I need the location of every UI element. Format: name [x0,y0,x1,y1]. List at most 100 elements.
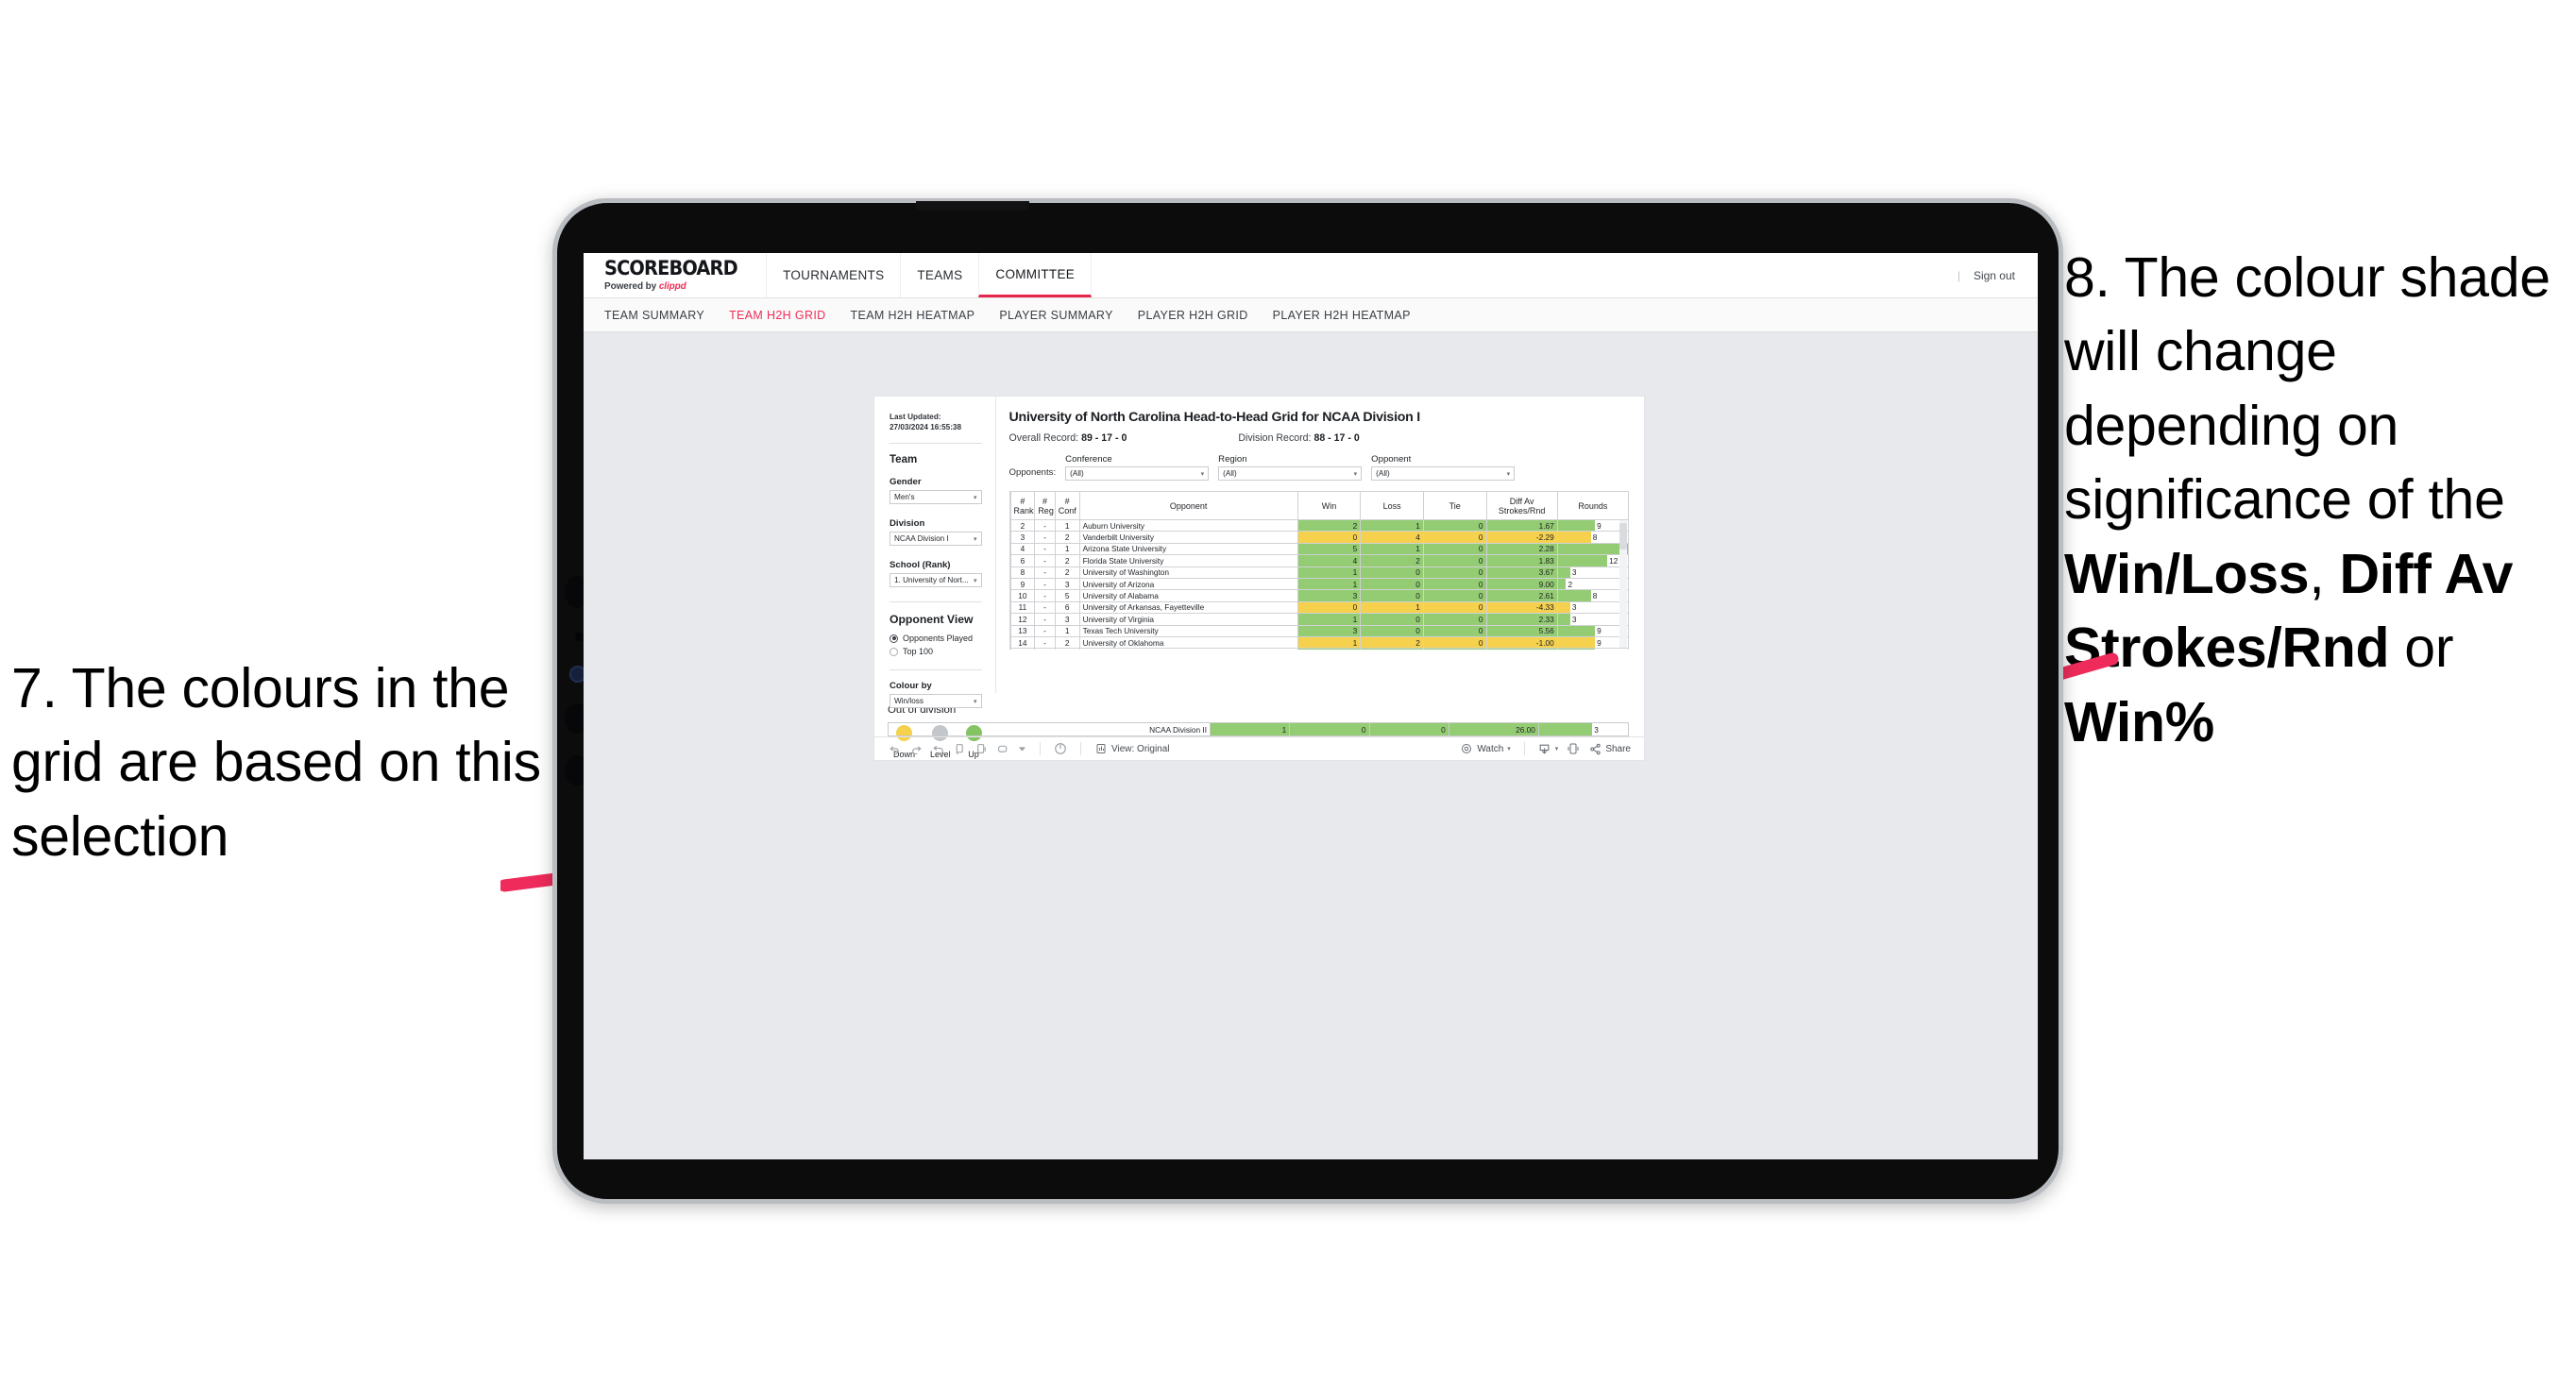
signout-divider: | [1957,268,1960,282]
radio-on-icon [890,634,898,643]
col-rank[interactable]: # Rank [1009,491,1036,520]
cell-win: 1 [1296,635,1362,650]
cell-rounds: 3 [1556,613,1630,626]
school-select[interactable]: 1. University of Nort... ▾ [890,573,982,588]
redo-icon[interactable] [909,742,923,755]
table-row[interactable]: 11-6 University of Arkansas, Fayetteville… [1009,600,1630,615]
col-conf-l1: # [1064,496,1070,506]
col-reg[interactable]: # Reg [1034,491,1056,520]
subnav-team-summary[interactable]: TEAM SUMMARY [604,309,704,322]
region-select[interactable]: (All) ▾ [1218,466,1363,481]
cell-rank: 11 [1009,600,1036,615]
subnav-team-h2h-grid[interactable]: TEAM H2H GRID [729,309,825,322]
chevron-down-icon: ▾ [974,535,977,543]
h2h-grid-scroll[interactable]: # Rank # Reg # Conf Opponent Win Loss Tie D… [1008,491,1630,650]
viz-title: University of North Carolina Head-to-Hea… [1008,410,1421,425]
cell-opponent: University of Arkansas, Fayetteville [1078,600,1298,615]
cell-diff-av-strokes: 2.28 [1485,542,1558,556]
colour-by-select[interactable]: Win/loss ▾ [890,694,982,709]
opponent-select[interactable]: (All) ▾ [1371,466,1516,481]
revert-icon[interactable] [931,742,944,755]
cell-conf: 1 [1054,542,1080,556]
cell-win: 1 [1296,566,1362,579]
cell-win: 1 [1296,577,1362,591]
radio-top-100[interactable]: Top 100 [890,647,982,656]
cell-tie: 0 [1422,577,1487,591]
cell-win: 1 [1296,613,1362,626]
signout-link[interactable]: Sign out [1974,269,2015,282]
col-loss[interactable]: Loss [1360,491,1424,520]
app-logo[interactable]: SCOREBOARD Powered by clippd [584,253,766,297]
refresh-icon[interactable] [953,742,966,755]
table-row[interactable]: 9-3 University of Arizona 1 0 0 9.00 2 [1009,577,1630,591]
table-row[interactable]: 2-1 Auburn University 2 1 0 1.67 9 [1009,518,1630,532]
share-button[interactable]: Share [1588,742,1631,755]
nav-tab-teams[interactable]: TEAMS [900,253,978,297]
chevron-down-icon: ▾ [974,577,977,584]
division-label: Division [890,518,925,530]
col-opponent[interactable]: Opponent [1078,491,1298,520]
table-row[interactable]: 15-4Georgia Institute of Technology5004.… [1009,648,1630,650]
gender-field: Gender Men's ▾ [890,477,982,505]
opponent-label: Opponent [1371,454,1412,465]
table-row[interactable]: 4-1Arizona State University5102.2817 [1009,542,1630,556]
opponent-view-heading: Opponent View [890,613,974,627]
table-row[interactable]: 10-5 University of Alabama 3 0 0 2.61 8 [1009,589,1630,602]
table-row[interactable]: NCAA Division II 1 0 0 26.00 3 [887,722,1630,737]
pan-icon[interactable] [996,742,1009,755]
subnav-player-h2h-heatmap[interactable]: PLAYER H2H HEATMAP [1273,309,1411,322]
table-row[interactable]: 8-2 University of Washington 1 0 0 3.67 3 [1009,566,1630,579]
cell-rounds: 9 [1556,635,1630,650]
radio-opponents-played[interactable]: Opponents Played [890,634,982,643]
division-select[interactable]: NCAA Division I ▾ [890,532,982,547]
table-row[interactable]: 13-1 Texas Tech University 3 0 0 5.56 9 [1009,624,1630,637]
cell-reg: - [1034,613,1056,626]
col-win[interactable]: Win [1296,491,1362,520]
grid-header: # Rank # Reg # Conf Opponent Win Loss Tie D… [1009,491,1630,520]
division-record: Division Record: 88 - 17 - 0 [1238,432,1359,444]
annotation-8: 8. The colour shade will change dependin… [2064,241,2574,759]
view-original-button[interactable]: View: Original [1094,742,1170,755]
rounds-value: 8 [1592,591,1598,601]
nav-tab-tournaments[interactable]: TOURNAMENTS [766,253,900,297]
pause-auto-update-icon[interactable] [974,742,988,755]
annotation-8-sep1: , [2309,542,2340,605]
panel-divider-1 [890,443,982,445]
cell-loss: 0 [1360,624,1424,637]
col-tie[interactable]: Tie [1422,491,1487,520]
cell-diff-av-strokes: -1.00 [1485,635,1558,650]
show-me-icon[interactable] [1054,742,1067,755]
cell-loss: 0 [1360,577,1424,591]
cell-rounds: 3 [1556,600,1630,615]
cell-rank: 4 [1009,542,1036,556]
toolbar-divider-2 [1080,742,1081,756]
cell-tie: 0 [1422,589,1487,602]
grid-header-row: # Rank # Reg # Conf Opponent Win Loss Tie D… [1009,491,1630,520]
subnav-player-h2h-grid[interactable]: PLAYER H2H GRID [1138,309,1248,322]
annotation-7: 7. The colours in the grid are based on … [11,657,541,868]
gender-select[interactable]: Men's ▾ [890,490,982,505]
gender-value: Men's [894,493,915,502]
subnav-player-summary[interactable]: PLAYER SUMMARY [999,309,1112,322]
undo-icon[interactable] [888,742,901,755]
col-conf[interactable]: # Conf [1054,491,1080,520]
division-value: NCAA Division I [894,534,949,544]
nav-tab-committee[interactable]: COMMITTEE [978,253,1093,297]
subnav-team-h2h-heatmap[interactable]: TEAM H2H HEATMAP [851,309,975,322]
cell-rank: 14 [1009,635,1036,650]
table-row[interactable]: 3-2 Vanderbilt University 0 4 0 -2.29 8 [1009,531,1630,544]
cell-rank: 13 [1009,624,1036,637]
cell-rounds: 9 [1556,518,1630,532]
cell-opponent: Florida State University [1078,554,1298,567]
watch-button[interactable]: Watch ▾ [1460,742,1511,755]
table-row[interactable]: 12-3 University of Virginia 1 0 0 2.33 3 [1009,613,1630,626]
table-row[interactable]: 14-2 University of Oklahoma 1 2 0 -1.00 9 [1009,635,1630,650]
conference-select[interactable]: (All) ▾ [1065,466,1210,481]
download-button[interactable]: ▾ [1538,742,1558,755]
chevron-down-icon[interactable] [1018,742,1026,755]
col-rounds[interactable]: Rounds [1556,491,1630,520]
school-value: 1. University of Nort... [894,576,969,585]
table-row[interactable]: 6-2 Florida State University 4 2 0 1.83 12 [1009,554,1630,567]
device-layout-icon[interactable] [1567,742,1580,755]
col-diff-av-strokes[interactable]: Diff Av Strokes/Rnd [1485,491,1558,520]
